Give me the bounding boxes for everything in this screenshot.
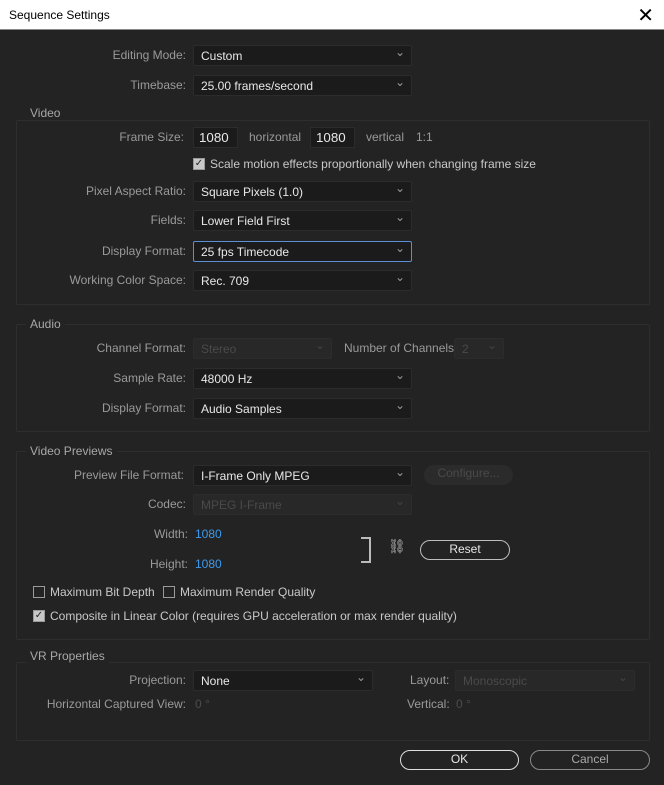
vertical-view-label: Vertical: (407, 697, 450, 711)
editing-mode-dropdown[interactable]: Custom (193, 45, 412, 66)
checkbox-icon (33, 586, 45, 598)
sample-rate-label: Sample Rate: (113, 371, 186, 385)
max-bit-depth-label: Maximum Bit Depth (50, 585, 155, 599)
vertical-view-value: 0 ° (456, 697, 471, 711)
max-render-quality-checkbox[interactable]: Maximum Render Quality (163, 585, 315, 599)
sample-rate-dropdown[interactable]: 48000 Hz (193, 368, 412, 389)
channel-format-dropdown[interactable]: Stereo (193, 338, 332, 359)
projection-dropdown[interactable]: None (193, 670, 373, 691)
preview-height-label: Height: (149, 557, 188, 571)
num-channels-label: Number of Channels: (344, 341, 458, 355)
window-title: Sequence Settings (9, 8, 110, 22)
title-bar: Sequence Settings ✕ (0, 0, 664, 30)
color-space-label: Working Color Space: (69, 273, 187, 287)
horizontal-label: horizontal (249, 130, 302, 144)
frame-width-input[interactable] (193, 127, 238, 148)
aspect-ratio-text: 1:1 (416, 130, 433, 144)
linear-color-checkbox[interactable]: ✓ Composite in Linear Color (requires GPU… (33, 609, 457, 623)
preview-format-dropdown[interactable]: I-Frame Only MPEG (193, 465, 412, 486)
preview-width-label: Width: (153, 527, 188, 541)
num-channels-dropdown[interactable]: 2 (454, 338, 504, 359)
timebase-label: Timebase: (130, 78, 186, 92)
max-bit-depth-checkbox[interactable]: Maximum Bit Depth (33, 585, 155, 599)
linear-color-label: Composite in Linear Color (requires GPU … (50, 609, 457, 623)
video-previews-title: Video Previews (26, 444, 117, 458)
checkbox-checked-icon: ✓ (33, 610, 45, 622)
par-dropdown[interactable]: Square Pixels (1.0) (193, 181, 412, 202)
fields-dropdown[interactable]: Lower Field First (193, 210, 412, 231)
vr-group-title: VR Properties (26, 649, 109, 663)
checkbox-checked-icon: ✓ (193, 158, 205, 170)
reset-button[interactable]: Reset (420, 540, 510, 560)
video-group-title: Video (26, 106, 65, 120)
chain-link-icon[interactable]: ⛓ (388, 538, 406, 555)
vertical-label: vertical (366, 130, 405, 144)
par-label: Pixel Aspect Ratio: (85, 184, 186, 198)
preview-width-value[interactable]: 1080 (195, 524, 222, 544)
fields-label: Fields: (150, 213, 186, 227)
audio-group-title: Audio (26, 317, 65, 331)
link-bracket-icon (361, 537, 371, 563)
projection-label: Projection: (129, 673, 186, 687)
codec-dropdown[interactable]: MPEG I-Frame (193, 494, 412, 515)
frame-height-input[interactable] (310, 127, 355, 148)
horizontal-view-label: Horizontal Captured View: (46, 697, 186, 711)
color-space-dropdown[interactable]: Rec. 709 (193, 270, 412, 291)
preview-height-value[interactable]: 1080 (195, 554, 222, 574)
scale-motion-checkbox[interactable]: ✓ Scale motion effects proportionally whe… (193, 157, 536, 171)
channel-format-label: Channel Format: (96, 341, 186, 355)
codec-label: Codec: (147, 497, 186, 511)
layout-dropdown[interactable]: Monoscopic (455, 670, 635, 691)
scale-motion-label: Scale motion effects proportionally when… (210, 157, 536, 171)
preview-format-label: Preview File Format: (73, 468, 184, 482)
max-render-quality-label: Maximum Render Quality (180, 585, 316, 599)
editing-mode-label: Editing Mode: (112, 48, 186, 62)
video-display-format-dropdown[interactable]: 25 fps Timecode (193, 241, 412, 262)
audio-display-format-dropdown[interactable]: Audio Samples (193, 398, 412, 419)
checkbox-icon (163, 586, 175, 598)
frame-size-label: Frame Size: (119, 130, 184, 144)
cancel-button[interactable]: Cancel (530, 750, 650, 770)
audio-display-format-label: Display Format: (101, 401, 186, 415)
close-icon[interactable]: ✕ (637, 3, 654, 28)
configure-button[interactable]: Configure... (424, 465, 513, 485)
horizontal-view-value: 0 ° (195, 697, 210, 711)
ok-button[interactable]: OK (400, 750, 519, 770)
video-display-format-label: Display Format: (101, 244, 186, 258)
layout-label: Layout: (410, 673, 450, 687)
timebase-dropdown[interactable]: 25.00 frames/second (193, 75, 412, 96)
